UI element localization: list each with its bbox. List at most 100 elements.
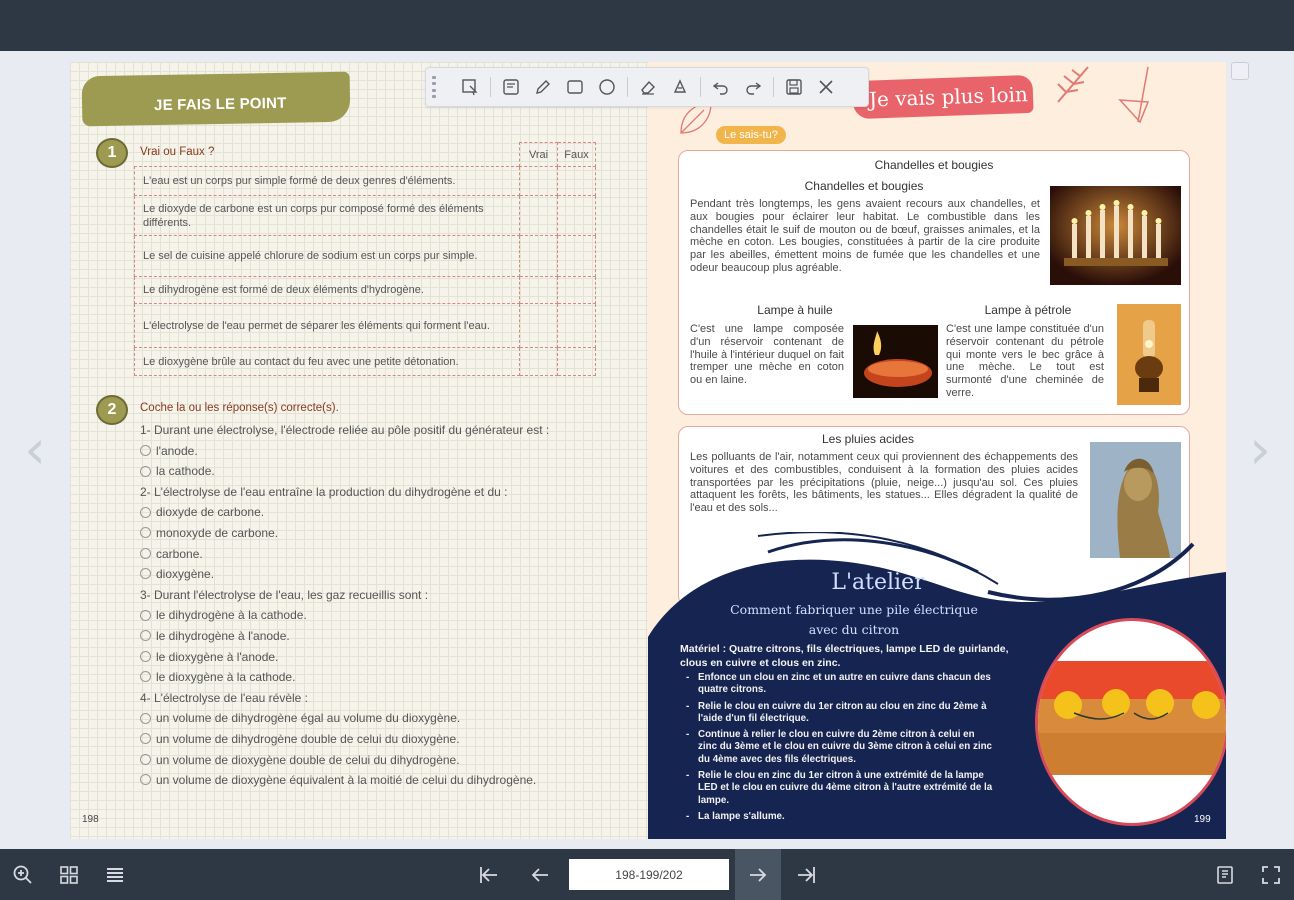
q2-prompt-3: 3- Durant l'électrolyse de l'eau, les ga… [140,587,429,602]
redo-icon[interactable] [741,75,765,99]
vrai-cell[interactable] [519,195,559,236]
list-item[interactable]: un volume de dioxygène double de celui d… [140,750,640,771]
close-icon[interactable] [814,75,838,99]
page-number-input[interactable] [569,859,729,890]
statement: L'eau est un corps pur simple formé de d… [133,166,521,196]
list-item: Continue à relier le clou en cuivre du 2… [684,729,994,766]
radio-button[interactable] [140,527,151,539]
next-page-arrow[interactable]: › [1243,420,1277,480]
list-item[interactable]: un volume de dihydrogène égal au volume … [140,708,640,729]
banner-label: Je vais plus loin [868,82,1029,112]
radio-button[interactable] [140,465,151,477]
undo-icon[interactable] [709,75,733,99]
lamp-petrol-title: Lampe à pétrole [984,303,1072,317]
option-label: le dioxygène à l'anode. [156,649,279,664]
fullscreen-icon[interactable] [1248,849,1294,900]
list-item[interactable]: un volume de dihydrogène double de celui… [140,729,640,750]
list-view-icon[interactable] [92,849,138,900]
vrai-cell[interactable] [519,303,559,348]
atelier-title: L'atelier [831,570,925,595]
radio-button[interactable] [140,506,151,518]
eraser-icon[interactable] [636,75,660,99]
card1-text: Pendant très longtemps, les gens avaient… [690,198,1040,274]
next-page-icon[interactable] [735,849,781,900]
card1-subheading: Chandelles et bougies [804,179,924,193]
vrai-cell[interactable] [519,166,559,196]
faux-cell[interactable] [557,347,596,376]
faux-cell[interactable] [557,303,596,348]
radio-button[interactable] [140,753,151,765]
left-page: JE FAIS LE POINT 1 Vrai ou Faux ? Vrai F… [70,62,648,839]
table-row: L'eau est un corps pur simple formé de d… [133,166,596,196]
radio-button[interactable] [140,774,151,786]
radio-button[interactable] [140,547,151,559]
col-vrai: Vrai [519,142,559,167]
list-item[interactable]: l'anode. [140,441,640,462]
first-page-icon[interactable] [466,849,512,900]
q2-items: 1- Durant une électrolyse, l'électrode r… [140,420,640,791]
option-label: l'anode. [156,443,198,458]
list-item[interactable]: le dioxygène à l'anode. [140,647,640,668]
radio-button[interactable] [140,444,151,456]
list-item[interactable]: monoxyde de carbone. [140,523,640,544]
faux-cell[interactable] [557,166,596,196]
left-page-number: 198 [82,814,99,825]
je-vais-plus-loin-banner: Je vais plus loin [852,74,1034,120]
list-item[interactable]: carbone. [140,544,640,565]
grid-view-icon[interactable] [46,849,92,900]
list-item[interactable]: le dioxygène à la cathode. [140,667,640,688]
page-corner-button[interactable] [1231,62,1249,80]
q2-prompt-4: 4- L'électrolyse de l'eau révèle : [140,690,309,705]
faux-cell[interactable] [557,195,596,236]
faux-cell[interactable] [557,235,596,277]
vrai-cell[interactable] [519,347,559,376]
bookmark-icon[interactable] [1202,849,1248,900]
list-item[interactable]: un volume de dioxygène équivalent à la m… [140,770,640,791]
col-faux: Faux [557,142,596,167]
zoom-icon[interactable] [0,849,46,900]
list-item[interactable]: dioxygène. [140,564,640,585]
select-icon[interactable] [458,75,482,99]
petrol-lamp-photo [1117,304,1181,405]
lamp-oil-text: C'est une lampe composée d'un réservoir … [690,323,844,387]
lamp-oil-title: Lampe à huile [757,303,833,317]
radio-button[interactable] [140,733,151,745]
option-label: le dioxygène à la cathode. [156,670,296,685]
save-icon[interactable] [782,75,806,99]
bottom-toolbar [0,849,1294,900]
list-item[interactable]: dioxyde de carbone. [140,502,640,523]
radio-button[interactable] [140,609,151,621]
atelier-materiel: Matériel : Quatre citrons, fils électriq… [680,643,1009,670]
option-label: le dihydrogène à l'anode. [156,628,290,643]
list-item[interactable]: la cathode. [140,461,640,482]
table-row: Le sel de cuisine appelé chlorure de sod… [133,235,596,277]
statement: Le dioxygène brûle au contact du feu ave… [133,347,521,376]
atelier-subtitle-line-2: avec du citron [808,622,900,637]
last-page-icon[interactable] [783,849,829,900]
rectangle-icon[interactable] [563,75,587,99]
table-row: Le dioxygène brûle au contact du feu ave… [133,347,596,376]
list-item: Relie le clou en zinc du 1er citron à un… [684,770,994,807]
clear-icon[interactable] [668,75,692,99]
circle-icon[interactable] [595,75,619,99]
note-icon[interactable] [499,75,523,99]
vrai-cell[interactable] [519,235,559,277]
radio-button[interactable] [140,712,151,724]
card1-heading: Chandelles et bougies [874,158,994,172]
question-number-2: 2 [96,395,128,425]
previous-page-arrow[interactable]: ‹ [18,420,52,480]
pen-icon[interactable] [531,75,555,99]
list-item[interactable]: le dihydrogène à la cathode. [140,605,640,626]
previous-page-icon[interactable] [517,849,563,900]
radio-button[interactable] [140,630,151,642]
list-item[interactable]: le dihydrogène à l'anode. [140,626,640,647]
option-label: carbone. [156,546,203,561]
radio-button[interactable] [140,568,151,580]
radio-button[interactable] [140,671,151,683]
radio-button[interactable] [140,650,151,662]
statement: Le dihydrogène est formé de deux élément… [133,276,521,304]
faux-cell[interactable] [557,276,596,304]
vrai-cell[interactable] [519,276,559,304]
grip-icon[interactable] [432,76,442,98]
banner-label: JE FAIS LE POINT [153,94,287,115]
